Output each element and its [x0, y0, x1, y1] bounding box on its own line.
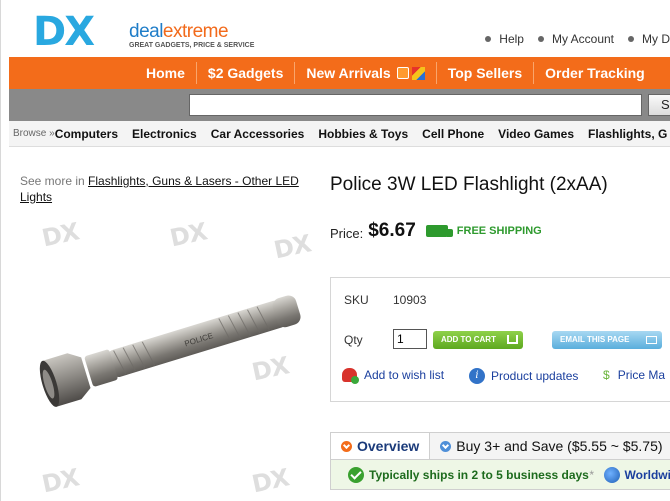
category-hobbies-toys[interactable]: Hobbies & Toys [318, 127, 408, 141]
breadcrumb-prefix: See more in [20, 174, 85, 188]
purchase-box: SKU 10903 Qty 1 ADD TO CART EMAIL THIS P… [330, 277, 670, 402]
product-updates-link[interactable]: i Product updates [469, 368, 578, 384]
page: DX dealextreme GREAT GADGETS, PRICE & SE… [0, 0, 670, 501]
quantity-input[interactable]: 1 [393, 329, 427, 349]
logo-name-deal: deal [129, 21, 163, 42]
category-flashlights[interactable]: Flashlights, G [588, 127, 667, 141]
price-row: Price: $6.67 FREE SHIPPING [330, 220, 542, 242]
sku-value: 10903 [393, 293, 427, 307]
product-title: Police 3W LED Flashlight (2xAA) [330, 174, 608, 195]
my-d-link[interactable]: My D [628, 32, 670, 46]
price-value: $6.67 [368, 220, 416, 241]
help-link[interactable]: Help [485, 32, 524, 46]
price-match-label: Price Ma [617, 368, 666, 382]
email-this-page-label: EMAIL THIS PAGE [560, 335, 630, 344]
nav-top-sellers[interactable]: Top Sellers [435, 62, 533, 84]
bullet-icon [537, 36, 544, 42]
heart-icon [342, 368, 359, 384]
my-d-label: My D [642, 32, 670, 46]
info-icon: i [469, 368, 485, 384]
nav-home[interactable]: Home [135, 62, 196, 84]
free-shipping-label: FREE SHIPPING [456, 225, 542, 237]
category-car-accessories[interactable]: Car Accessories [211, 127, 305, 141]
qty-label: Qty [344, 333, 363, 347]
cube-icon[interactable] [411, 66, 425, 80]
my-account-label: My Account [551, 32, 614, 46]
nav-order-tracking[interactable]: Order Tracking [533, 62, 656, 84]
nav-new-arrivals[interactable]: New Arrivals [294, 62, 435, 84]
category-cell-phone[interactable]: Cell Phone [422, 127, 484, 141]
add-to-cart-button[interactable]: ADD TO CART [433, 331, 523, 349]
category-computers[interactable]: Computers [55, 127, 118, 141]
cart-icon [507, 335, 518, 344]
category-electronics[interactable]: Electronics [132, 127, 197, 141]
breadcrumb: See more in Flashlights, Guns & Lasers -… [20, 173, 315, 205]
price-match-link[interactable]: $ Price Ma [603, 368, 665, 382]
shipping-time-text: Typically ships in 2 to 5 business days [369, 467, 589, 482]
chevron-down-icon [440, 440, 452, 452]
my-account-link[interactable]: My Account [537, 32, 614, 46]
shipping-info: Typically ships in 2 to 5 business days*… [330, 460, 670, 490]
rss-icon[interactable] [396, 67, 409, 79]
nav-new-arrivals-label: New Arrivals [306, 65, 391, 81]
product-image[interactable]: DX DX DX DX DX DX POLICE [20, 215, 318, 501]
bullet-icon [628, 36, 634, 42]
tab-buy-more[interactable]: Buy 3+ and Save ($5.55 ~ $5.75) [430, 433, 670, 459]
logo-mark: DX [33, 9, 95, 55]
envelope-icon [646, 336, 657, 344]
dollar-icon: $ [603, 368, 610, 382]
wish-list-label: Add to wish list [364, 368, 445, 382]
tab-overview[interactable]: Overview [331, 433, 431, 459]
globe-icon [603, 466, 620, 483]
main-nav: Home $2 Gadgets New Arrivals Top Sellers… [9, 57, 670, 89]
product-tabs: Overview Buy 3+ and Save ($5.55 ~ $5.75) [330, 432, 670, 460]
category-video-games[interactable]: Video Games [498, 127, 574, 141]
help-link-label: Help [499, 32, 524, 46]
nav-order-tracking-label: Order Tracking [545, 65, 645, 81]
category-bar: Browse » Computers Electronics Car Acces… [9, 121, 670, 147]
nav-top-sellers-label: Top Sellers [447, 65, 523, 81]
price-label: Price: [330, 225, 364, 241]
nav-2-gadgets[interactable]: $2 Gadgets [195, 62, 294, 84]
worldwide-link[interactable]: Worldwic [625, 468, 670, 482]
shipping-asterisk: * [588, 467, 594, 482]
browse-label: Browse » [13, 128, 55, 139]
dealextreme-logo[interactable]: DX dealextreme GREAT GADGETS, PRICE & SE… [33, 9, 255, 55]
email-this-page-button[interactable]: EMAIL THIS PAGE [552, 331, 662, 349]
add-to-wish-list-link[interactable]: Add to wish list [342, 368, 445, 384]
shipping-time: Typically ships in 2 to 5 business days* [369, 468, 594, 482]
sku-label: SKU [344, 293, 369, 307]
product-updates-label: Product updates [491, 369, 579, 383]
chevron-down-icon [341, 440, 352, 452]
tab-overview-label: Overview [357, 438, 420, 454]
logo-name: dealextreme [129, 21, 229, 42]
logo-name-extreme: extreme [162, 21, 229, 42]
logo-tagline: GREAT GADGETS, PRICE & SERVICE [129, 42, 255, 49]
search-button[interactable]: Se [648, 94, 670, 116]
check-icon [348, 466, 364, 483]
top-links: Help My Account My D [471, 32, 670, 46]
add-to-cart-label: ADD TO CART [441, 335, 496, 344]
flashlight-photo: POLICE [39, 295, 301, 407]
nav-home-label: Home [146, 65, 185, 81]
search-bar: Se [9, 89, 670, 121]
search-input[interactable] [189, 94, 642, 116]
tab-buy-more-label: Buy 3+ and Save ($5.55 ~ $5.75) [456, 438, 663, 454]
truck-icon [425, 225, 453, 237]
bullet-icon [485, 36, 492, 42]
nav-2-gadgets-label: $2 Gadgets [207, 65, 284, 81]
